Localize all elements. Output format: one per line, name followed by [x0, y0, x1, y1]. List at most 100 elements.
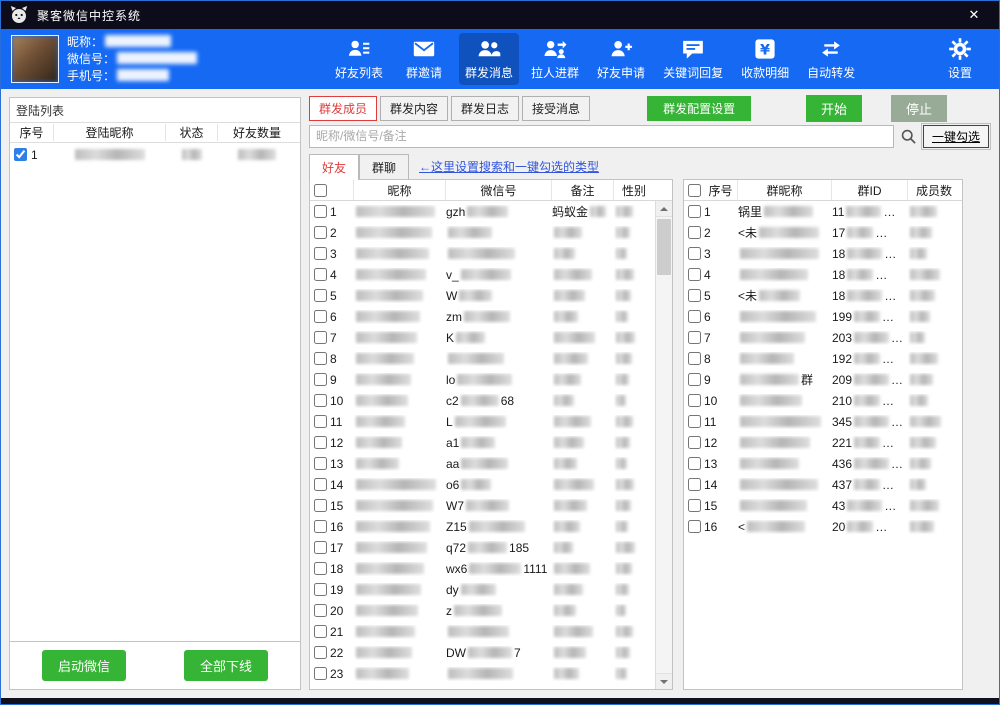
friend-row[interactable]: 18wx61111 [310, 558, 655, 579]
search-input[interactable] [309, 125, 894, 148]
friend-row-checkbox[interactable] [314, 310, 327, 323]
group-row[interactable]: 8192… [684, 348, 962, 369]
group-row[interactable]: 13436… [684, 453, 962, 474]
nav-item-friend-list[interactable]: 好友列表 [329, 33, 389, 85]
close-icon[interactable]: ✕ [957, 1, 991, 29]
group-row-checkbox[interactable] [688, 436, 701, 449]
group-row[interactable]: 14437… [684, 474, 962, 495]
friend-row-checkbox[interactable] [314, 478, 327, 491]
group-row-checkbox[interactable] [688, 499, 701, 512]
stop-button[interactable]: 停止 [891, 95, 947, 122]
group-row-checkbox[interactable] [688, 310, 701, 323]
search-icon[interactable] [900, 128, 917, 145]
friend-row[interactable]: 1gzh蚂蚁金 [310, 201, 655, 222]
friend-row-checkbox[interactable] [314, 646, 327, 659]
group-row-checkbox[interactable] [688, 478, 701, 491]
group-row[interactable]: 318… [684, 243, 962, 264]
friend-row[interactable]: 14o6 [310, 474, 655, 495]
mass-config-button[interactable]: 群发配置设置 [647, 96, 751, 121]
friend-row[interactable]: 3 [310, 243, 655, 264]
groups-select-all-checkbox[interactable] [688, 184, 701, 197]
friend-row-checkbox[interactable] [314, 541, 327, 554]
friend-row-checkbox[interactable] [314, 226, 327, 239]
friend-row-checkbox[interactable] [314, 604, 327, 617]
nav-item-keyword-reply[interactable]: 关键词回复 [657, 33, 729, 85]
friend-row-checkbox[interactable] [314, 436, 327, 449]
group-row-checkbox[interactable] [688, 352, 701, 365]
friend-row[interactable]: 15W7 [310, 495, 655, 516]
tab-content[interactable]: 群发内容 [380, 96, 448, 121]
scroll-up-icon[interactable] [656, 201, 672, 217]
nav-item-pull-into-group[interactable]: 拉人进群 [525, 33, 585, 85]
friend-row-checkbox[interactable] [314, 562, 327, 575]
tab-receive[interactable]: 接受消息 [522, 96, 590, 121]
nav-item-friend-request[interactable]: 好友申请 [591, 33, 651, 85]
friend-row-checkbox[interactable] [314, 625, 327, 638]
friend-row[interactable]: 16Z15 [310, 516, 655, 537]
scrollbar-thumb[interactable] [657, 219, 671, 275]
nav-item-mass-message[interactable]: 群发消息 [459, 33, 519, 85]
friend-row-checkbox[interactable] [314, 373, 327, 386]
friend-row[interactable]: 19dy [310, 579, 655, 600]
all-offline-button[interactable]: 全部下线 [184, 650, 268, 681]
group-row[interactable]: 418… [684, 264, 962, 285]
friend-row-checkbox[interactable] [314, 247, 327, 260]
friend-row[interactable]: 4v_ [310, 264, 655, 285]
group-row[interactable]: 1543… [684, 495, 962, 516]
friend-row[interactable]: 7K [310, 327, 655, 348]
friend-row-checkbox[interactable] [314, 499, 327, 512]
group-row[interactable]: 1锅里11… [684, 201, 962, 222]
friend-row[interactable]: 8 [310, 348, 655, 369]
friend-row[interactable]: 10c268 [310, 390, 655, 411]
friend-row-checkbox[interactable] [314, 415, 327, 428]
friend-row[interactable]: 9lo [310, 369, 655, 390]
friend-row-checkbox[interactable] [314, 520, 327, 533]
friend-row[interactable]: 20z [310, 600, 655, 621]
friend-row-checkbox[interactable] [314, 394, 327, 407]
friend-row[interactable]: 13aa [310, 453, 655, 474]
group-row[interactable]: 10210… [684, 390, 962, 411]
friend-row[interactable]: 12a1 [310, 432, 655, 453]
group-row[interactable]: 16<20… [684, 516, 962, 537]
group-row-checkbox[interactable] [688, 331, 701, 344]
friends-select-all-checkbox[interactable] [314, 184, 327, 197]
login-row-checkbox[interactable] [14, 148, 27, 161]
nav-item-payment-detail[interactable]: ¥收款明细 [735, 33, 795, 85]
friend-row-checkbox[interactable] [314, 268, 327, 281]
friend-row[interactable]: 23 [310, 663, 655, 684]
friend-row[interactable]: 5W [310, 285, 655, 306]
friend-row[interactable]: 11L [310, 411, 655, 432]
friend-row-checkbox[interactable] [314, 205, 327, 218]
nav-item-settings[interactable]: 设置 [931, 33, 989, 85]
group-row[interactable]: 7203… [684, 327, 962, 348]
group-row-checkbox[interactable] [688, 247, 701, 260]
tab-members[interactable]: 群发成员 [309, 96, 377, 121]
friends-scrollbar[interactable] [655, 201, 672, 689]
tab-log[interactable]: 群发日志 [451, 96, 519, 121]
group-row-checkbox[interactable] [688, 205, 701, 218]
group-row[interactable]: 12221… [684, 432, 962, 453]
group-row-checkbox[interactable] [688, 268, 701, 281]
friend-row-checkbox[interactable] [314, 289, 327, 302]
friend-row[interactable]: 21 [310, 621, 655, 642]
search-type-hint-link[interactable]: ←这里设置搜索和一键勾选的类型 [419, 158, 599, 179]
group-row-checkbox[interactable] [688, 457, 701, 470]
group-row[interactable]: 5<未18… [684, 285, 962, 306]
friend-row[interactable]: 2 [310, 222, 655, 243]
one-click-select-button[interactable]: 一键勾选 [923, 125, 989, 148]
scroll-down-icon[interactable] [656, 673, 672, 689]
group-row-checkbox[interactable] [688, 394, 701, 407]
start-wechat-button[interactable]: 启动微信 [42, 650, 126, 681]
group-row[interactable]: 6199… [684, 306, 962, 327]
group-row-checkbox[interactable] [688, 373, 701, 386]
friend-row-checkbox[interactable] [314, 352, 327, 365]
friend-row[interactable]: 22DW7 [310, 642, 655, 663]
group-row-checkbox[interactable] [688, 520, 701, 533]
subtab-friends[interactable]: 好友 [309, 154, 359, 180]
friend-row-checkbox[interactable] [314, 457, 327, 470]
friend-row-checkbox[interactable] [314, 331, 327, 344]
start-button[interactable]: 开始 [806, 95, 862, 122]
group-row[interactable]: 9群209… [684, 369, 962, 390]
group-row[interactable]: 11345… [684, 411, 962, 432]
login-row[interactable]: 1 [10, 143, 300, 166]
